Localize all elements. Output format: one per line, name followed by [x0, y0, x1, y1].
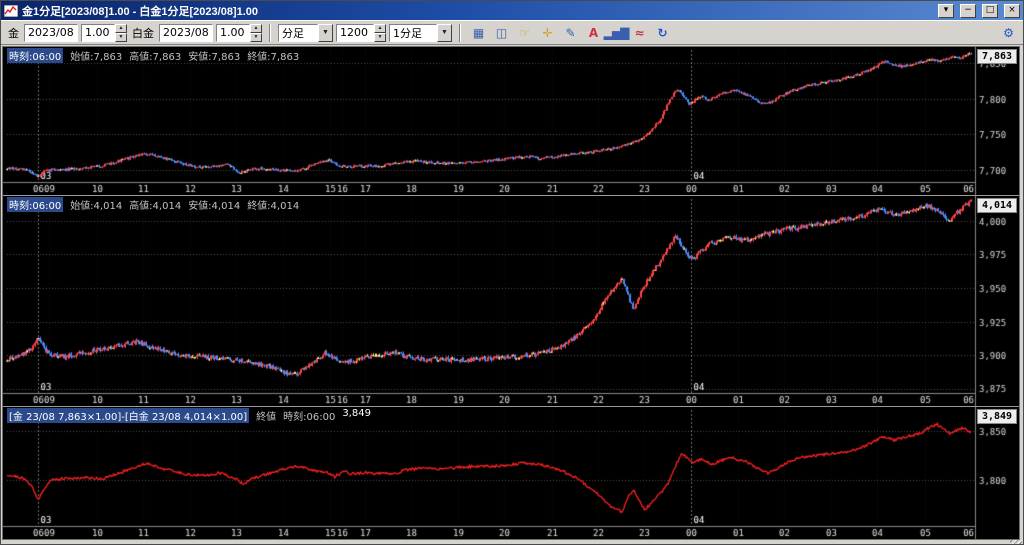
gold-label: 金	[8, 27, 19, 40]
gold-ohlc-info: 時刻:06:00 始値:7,863 高値:7,863 安値:7,863 終値:7…	[7, 48, 299, 63]
info-close: 終値:4,014	[247, 201, 300, 212]
bar-count-spinner[interactable]: 1200 ▲ ▼	[336, 23, 386, 42]
gold-chart-canvas[interactable]	[3, 47, 1019, 195]
info-open: 始値:7,863	[70, 52, 123, 63]
info-time: 時刻:06:00	[283, 412, 336, 423]
info-value: 3,849	[342, 408, 371, 419]
toolbar-separator	[269, 23, 271, 42]
platinum-chart-canvas[interactable]	[3, 196, 1019, 406]
spin-down-icon[interactable]: ▼	[250, 32, 262, 42]
info-close: 終値:7,863	[247, 52, 300, 63]
platinum-contract-field[interactable]: 2023/08	[159, 23, 213, 42]
spin-up-icon[interactable]: ▲	[374, 23, 386, 33]
window-title: 金1分足[2023/08]1.00 - 白金1分足[2023/08]1.00	[22, 5, 259, 18]
info-open: 始値:4,014	[70, 201, 123, 212]
pencil-icon[interactable]: ✎	[560, 23, 580, 43]
info-time: 時刻:06:00	[7, 197, 64, 212]
minimize-button[interactable]: −	[960, 3, 976, 18]
resize-grip[interactable]	[1010, 540, 1022, 544]
close-button[interactable]: ×	[1004, 3, 1020, 18]
spin-down-icon[interactable]: ▼	[374, 32, 386, 42]
maximize-button[interactable]: □	[982, 3, 998, 18]
platinum-chart-panel[interactable]: 時刻:06:00 始値:4,014 高値:4,014 安値:4,014 終値:4…	[3, 196, 1019, 407]
info-formula: [金 23/08 7,863×1.00]-[白金 23/08 4,014×1.0…	[7, 408, 250, 423]
spin-down-icon[interactable]: ▼	[115, 32, 127, 42]
window-menu-button[interactable]: ▾	[938, 3, 954, 18]
toolbar: 金 2023/08 1.00 ▲ ▼ 白金 2023/08 1.00 ▲ ▼ 分…	[1, 20, 1023, 45]
platinum-ohlc-info: 時刻:06:00 始値:4,014 高値:4,014 安値:4,014 終値:4…	[7, 197, 299, 212]
interval-dropdown[interactable]: 1分足 ▼	[389, 23, 452, 42]
bar-type-dropdown[interactable]: 分足 ▼	[278, 23, 333, 42]
spread-info: [金 23/08 7,863×1.00]-[白金 23/08 4,014×1.0…	[7, 408, 371, 423]
chart-window: 金1分足[2023/08]1.00 - 白金1分足[2023/08]1.00 ▾…	[0, 0, 1024, 545]
spread-chart-panel[interactable]: [金 23/08 7,863×1.00]-[白金 23/08 4,014×1.0…	[3, 407, 1019, 539]
indicator-settings-icon[interactable]: ▦	[468, 23, 488, 43]
refresh-icon[interactable]: ↻	[652, 23, 672, 43]
info-high: 高値:7,863	[129, 52, 182, 63]
platinum-scale-spinner[interactable]: 1.00 ▲ ▼	[216, 23, 262, 42]
bar-chart-icon[interactable]: ▂▅▇	[604, 23, 630, 43]
spin-up-icon[interactable]: ▲	[250, 23, 262, 33]
chevron-down-icon[interactable]: ▼	[437, 23, 452, 42]
hand-tool-icon[interactable]: ☞	[514, 23, 534, 43]
oscillator-icon[interactable]: ≈	[629, 23, 649, 43]
info-close-label: 終値	[256, 412, 277, 423]
spread-chart-canvas[interactable]	[3, 407, 1019, 539]
gold-contract-field[interactable]: 2023/08	[24, 23, 78, 42]
platinum-label: 白金	[132, 27, 154, 40]
spread-last-price-badge: 3,849	[977, 409, 1017, 424]
crosshair-icon[interactable]: ✛	[537, 23, 557, 43]
chevron-down-icon[interactable]: ▼	[318, 23, 333, 42]
gold-last-price-badge: 7,863	[977, 49, 1017, 64]
toolbar-separator	[459, 23, 461, 42]
settings-wrench-icon[interactable]: ⚙	[998, 23, 1018, 43]
spin-up-icon[interactable]: ▲	[115, 23, 127, 33]
titlebar[interactable]: 金1分足[2023/08]1.00 - 白金1分足[2023/08]1.00 ▾…	[1, 1, 1023, 20]
status-strip	[1, 540, 1023, 544]
platinum-last-price-badge: 4,014	[977, 198, 1017, 213]
chart-area: 時刻:06:00 始値:7,863 高値:7,863 安値:7,863 終値:7…	[1, 45, 1023, 540]
app-icon	[4, 4, 18, 17]
gold-chart-panel[interactable]: 時刻:06:00 始値:7,863 高値:7,863 安値:7,863 終値:7…	[3, 47, 1019, 196]
info-time: 時刻:06:00	[7, 48, 64, 63]
info-low: 安値:4,014	[188, 201, 241, 212]
chart-window-icon[interactable]: ◫	[491, 23, 511, 43]
info-low: 安値:7,863	[188, 52, 241, 63]
gold-scale-spinner[interactable]: 1.00 ▲ ▼	[81, 23, 127, 42]
info-high: 高値:4,014	[129, 201, 182, 212]
text-tool-icon[interactable]: A	[583, 23, 603, 43]
